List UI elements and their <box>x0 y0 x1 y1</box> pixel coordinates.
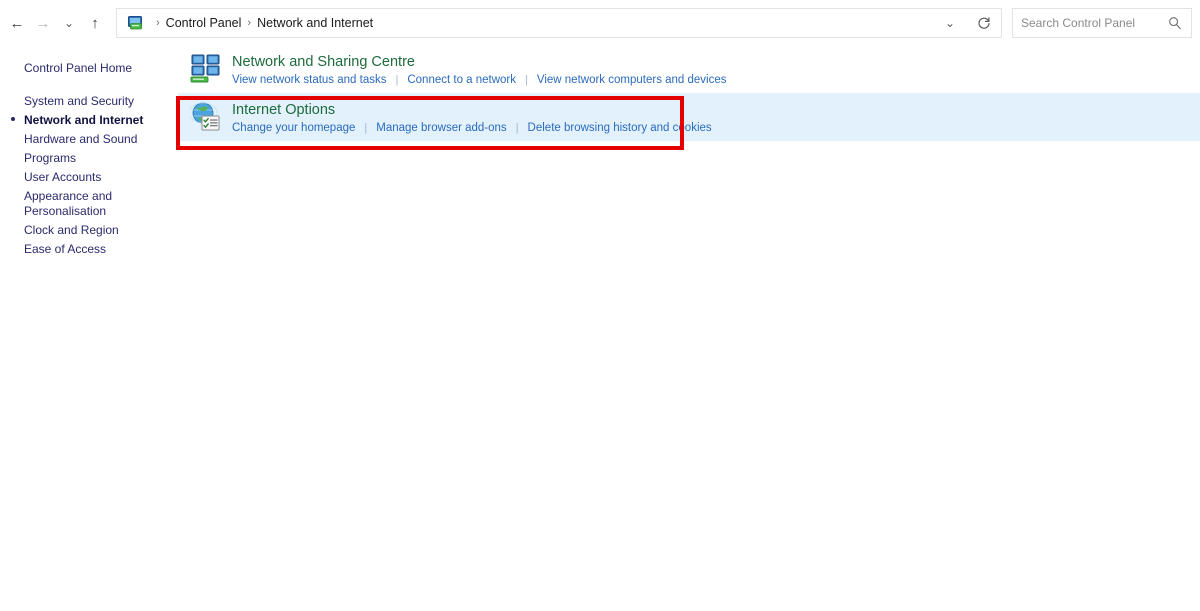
link-delete-browsing-history-and-cookies[interactable]: Delete browsing history and cookies <box>528 121 712 135</box>
category-internet-options[interactable]: Internet Options Change your homepage | … <box>178 93 1200 141</box>
breadcrumb-separator: › <box>247 17 252 29</box>
internet-options-icon <box>188 101 222 133</box>
address-dropdown-chevron-down-icon[interactable]: ⌄ <box>933 9 967 37</box>
toolbar: ← → ⌄ ↑ › Control Panel › Network and In… <box>0 0 1200 45</box>
search-input[interactable] <box>1013 8 1163 38</box>
control-panel-icon <box>127 15 144 32</box>
sidebar-item-clock-and-region[interactable]: Clock and Region <box>0 221 178 240</box>
link-separator: | <box>525 74 528 86</box>
navigation-buttons: ← → ⌄ ↑ <box>4 8 108 38</box>
sidebar: Control Panel Home System and Security N… <box>0 45 178 259</box>
category-list: Network and Sharing Centre View network … <box>178 45 1200 611</box>
breadcrumb-item-network-and-internet[interactable]: Network and Internet <box>257 16 373 30</box>
sidebar-item-hardware-and-sound[interactable]: Hardware and Sound <box>0 130 178 149</box>
back-arrow-icon[interactable]: ← <box>4 8 30 38</box>
up-arrow-icon[interactable]: ↑ <box>82 8 108 38</box>
sidebar-item-label: Network and Internet <box>24 113 144 127</box>
link-separator: | <box>515 122 519 134</box>
sidebar-item-user-accounts[interactable]: User Accounts <box>0 168 178 187</box>
link-view-network-computers-and-devices[interactable]: View network computers and devices <box>537 73 727 87</box>
address-bar-actions: ⌄ <box>933 9 1001 37</box>
link-manage-browser-add-ons[interactable]: Manage browser add-ons <box>376 121 506 135</box>
sidebar-item-network-and-internet[interactable]: Network and Internet <box>0 111 178 130</box>
link-separator: | <box>395 74 399 86</box>
search-box[interactable] <box>1012 8 1192 38</box>
refresh-icon[interactable] <box>967 9 1001 37</box>
link-connect-to-a-network[interactable]: Connect to a network <box>407 73 516 87</box>
category-body: Network and Sharing Centre View network … <box>232 53 727 87</box>
category-links: View network status and tasks | Connect … <box>232 73 727 87</box>
category-body: Internet Options Change your homepage | … <box>232 101 712 135</box>
sidebar-item-system-and-security[interactable]: System and Security <box>0 92 178 111</box>
link-separator: | <box>364 122 368 134</box>
selected-bullet-icon <box>11 117 15 121</box>
sidebar-item-control-panel-home[interactable]: Control Panel Home <box>0 59 178 78</box>
recent-locations-chevron-down-icon[interactable]: ⌄ <box>56 8 82 38</box>
category-network-and-sharing-centre[interactable]: Network and Sharing Centre View network … <box>178 45 1200 93</box>
link-change-your-homepage[interactable]: Change your homepage <box>232 121 355 135</box>
link-view-network-status-and-tasks[interactable]: View network status and tasks <box>232 73 386 87</box>
sidebar-item-appearance-and-personalisation[interactable]: Appearance and Personalisation <box>0 187 124 221</box>
sidebar-item-ease-of-access[interactable]: Ease of Access <box>0 240 178 259</box>
sidebar-item-programs[interactable]: Programs <box>0 149 178 168</box>
search-icon[interactable] <box>1168 16 1182 30</box>
breadcrumb-item-control-panel[interactable]: Control Panel <box>166 16 242 30</box>
network-sharing-centre-icon <box>190 53 222 85</box>
category-links: Change your homepage | Manage browser ad… <box>232 121 712 135</box>
breadcrumb-separator: › <box>156 17 160 29</box>
forward-arrow-icon[interactable]: → <box>30 8 56 38</box>
category-title[interactable]: Internet Options <box>232 101 712 120</box>
category-title[interactable]: Network and Sharing Centre <box>232 53 727 72</box>
address-bar[interactable]: › Control Panel › Network and Internet ⌄ <box>116 8 1002 38</box>
